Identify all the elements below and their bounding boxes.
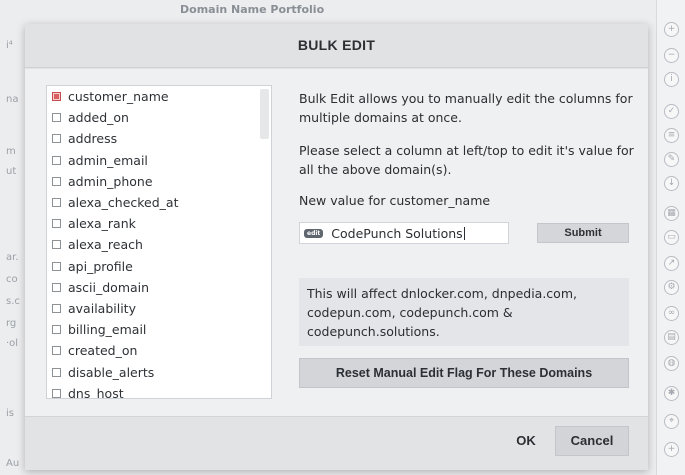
column-label: alexa_rank (68, 216, 136, 232)
column-item-admin-phone[interactable]: admin_phone (47, 171, 271, 192)
column-item-dns-host[interactable]: dns_host (47, 383, 271, 399)
submit-button[interactable]: Submit (537, 223, 629, 243)
table-icon[interactable]: ▤ (664, 330, 679, 345)
background-fragment: ar. (6, 252, 19, 263)
background-fragment: is (6, 408, 14, 419)
checkbox[interactable] (52, 113, 61, 123)
column-label: admin_phone (68, 173, 153, 189)
column-label: api_profile (68, 258, 133, 274)
dialog-title: BULK EDIT (297, 37, 376, 53)
column-list-scrollbar[interactable] (260, 89, 269, 139)
checkbox[interactable] (52, 240, 61, 250)
column-item-alexa-rank[interactable]: alexa_rank (47, 213, 271, 234)
background-left-column: i⁴ na m ut ar. co s.c rg ·ol is Au (0, 20, 28, 475)
folder-icon[interactable]: ▭ (664, 230, 679, 245)
gear-icon[interactable]: ✱ (664, 386, 679, 401)
add-icon[interactable]: + (664, 442, 679, 457)
instruction-text: Please select a column at left/top to ed… (299, 143, 634, 177)
new-value-text: CodePunch Solutions (331, 225, 463, 241)
column-label: admin_email (68, 152, 148, 168)
ok-button[interactable]: OK (505, 426, 547, 456)
info-icon[interactable]: i (664, 72, 679, 87)
bulk-edit-dialog: BULK EDIT customer_name added_on address… (25, 24, 648, 470)
background-fragment: rg (6, 318, 17, 329)
column-label: billing_email (68, 322, 147, 338)
background-fragment: na (6, 94, 19, 105)
check-icon[interactable]: ✓ (664, 104, 679, 119)
column-item-added-on[interactable]: added_on (47, 107, 271, 128)
new-value-input[interactable]: edit CodePunch Solutions (299, 222, 509, 244)
checkbox[interactable] (52, 367, 61, 377)
right-toolbar: + − i ✓ ≡ ✎ ↓ ▦ ▭ ↗ ⚙ ∞ ▤ ◍ ✱ ⌖ + (656, 0, 685, 475)
link-icon[interactable]: ∞ (664, 306, 679, 321)
background-page-title: Domain Name Portfolio (180, 3, 325, 16)
column-item-address[interactable]: address (47, 128, 271, 149)
checkbox[interactable] (52, 261, 61, 271)
settings-icon[interactable]: ⚙ (664, 280, 679, 295)
column-item-billing-email[interactable]: billing_email (47, 319, 271, 340)
checkbox[interactable] (52, 388, 61, 398)
reset-manual-edit-flag-button[interactable]: Reset Manual Edit Flag For These Domains (299, 358, 629, 388)
column-list[interactable]: customer_name added_on address admin_ema… (46, 85, 272, 399)
checkbox[interactable] (52, 176, 61, 186)
minus-icon[interactable]: − (664, 48, 679, 63)
background-fragment: i⁴ (6, 40, 13, 51)
grid-icon[interactable]: ▦ (664, 206, 679, 221)
globe-icon[interactable]: ◍ (664, 356, 679, 371)
column-item-availability[interactable]: availability (47, 298, 271, 319)
column-item-api-profile[interactable]: api_profile (47, 256, 271, 277)
list-icon[interactable]: ≡ (664, 128, 679, 143)
dialog-footer: OK Cancel (25, 418, 648, 470)
affected-domains-note: This will affect dnlocker.com, dnpedia.c… (299, 278, 629, 346)
column-label: address (68, 131, 118, 147)
edit-icon[interactable]: ✎ (664, 152, 679, 167)
column-label: dns_host (68, 385, 124, 399)
app-window: Domain Name Portfolio i⁴ na m ut ar. co … (0, 0, 685, 475)
column-label: availability (68, 300, 136, 316)
background-fragment: s.c (6, 296, 20, 307)
column-label: disable_alerts (68, 364, 155, 380)
download-icon[interactable]: ↓ (664, 176, 679, 191)
checkbox[interactable] (52, 134, 61, 144)
checkbox[interactable] (52, 325, 61, 335)
column-item-admin-email[interactable]: admin_email (47, 150, 271, 171)
column-item-disable-alerts[interactable]: disable_alerts (47, 361, 271, 382)
intro-text: Bulk Edit allows you to manually edit th… (299, 91, 633, 125)
column-item-customer-name[interactable]: customer_name (47, 86, 271, 107)
new-value-label: New value for customer_name (299, 193, 491, 208)
column-item-created-on[interactable]: created_on (47, 340, 271, 361)
column-item-alexa-checked-at[interactable]: alexa_checked_at (47, 192, 271, 213)
background-fragment: Au (6, 458, 20, 469)
checkbox[interactable] (52, 219, 61, 229)
column-item-ascii-domain[interactable]: ascii_domain (47, 277, 271, 298)
column-label: ascii_domain (68, 279, 150, 295)
background-fragment: co (6, 274, 18, 285)
dialog-header: BULK EDIT (25, 24, 648, 68)
export-icon[interactable]: ↗ (664, 256, 679, 271)
checkbox[interactable] (52, 346, 61, 356)
checkbox[interactable] (52, 92, 61, 102)
column-label: added_on (68, 110, 129, 126)
column-label: alexa_checked_at (68, 195, 179, 211)
column-label: created_on (68, 343, 138, 359)
cancel-button[interactable]: Cancel (555, 426, 629, 456)
checkbox[interactable] (52, 282, 61, 292)
column-label: customer_name (68, 89, 169, 105)
checkbox[interactable] (52, 198, 61, 208)
background-fragment: ut (6, 166, 17, 177)
dialog-body: customer_name added_on address admin_ema… (25, 69, 648, 417)
plus-icon[interactable]: + (664, 22, 679, 37)
edit-icon: edit (304, 228, 324, 238)
checkbox[interactable] (52, 303, 61, 313)
column-item-alexa-reach[interactable]: alexa_reach (47, 234, 271, 255)
background-fragment: m (6, 146, 16, 157)
background-fragment: ·ol (6, 338, 19, 349)
tag-icon[interactable]: ⌖ (664, 414, 679, 429)
text-caret (463, 226, 465, 240)
column-label: alexa_reach (68, 237, 143, 253)
checkbox[interactable] (52, 155, 61, 165)
